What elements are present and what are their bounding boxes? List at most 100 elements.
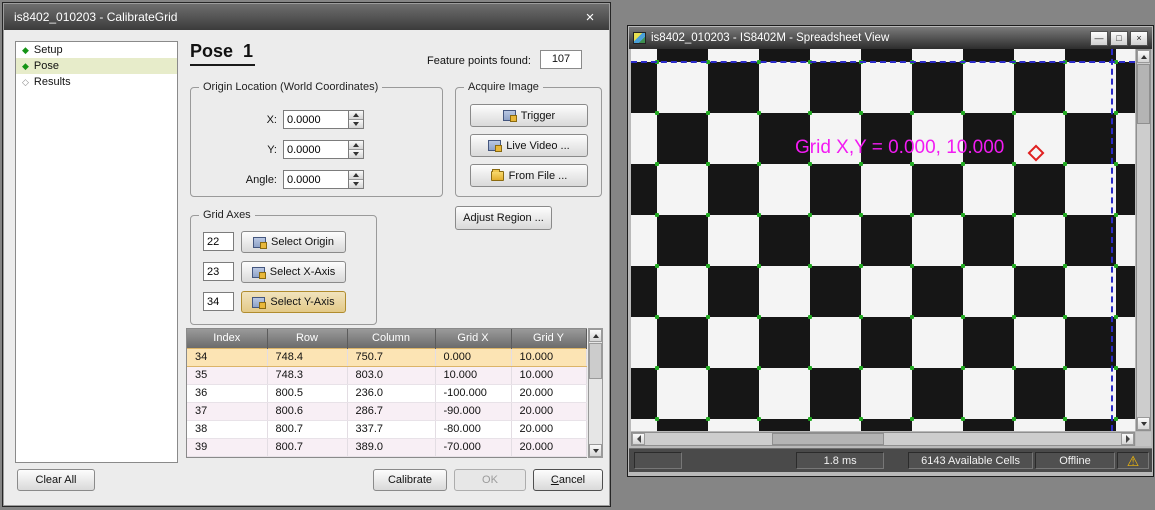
scroll-down-button[interactable] <box>1137 417 1150 430</box>
select-y-axis-button[interactable]: Select Y-Axis <box>241 291 346 313</box>
status-empty-segment <box>634 452 682 469</box>
arrow-left-icon <box>637 435 641 443</box>
table-scrollbar[interactable] <box>588 328 603 458</box>
close-icon[interactable]: × <box>581 9 599 26</box>
scrollbar-corner <box>1136 432 1151 446</box>
trigger-button[interactable]: Trigger <box>470 104 588 127</box>
arrow-right-icon <box>1126 435 1130 443</box>
warning-segment[interactable]: ⚠ <box>1117 452 1149 469</box>
grid-axes-group: Grid Axes Select Origin Select X-Axis Se… <box>190 215 377 325</box>
calibrate-button[interactable]: Calibrate <box>373 469 447 491</box>
select-origin-button[interactable]: Select Origin <box>241 231 346 253</box>
grid-y-axis-dashed-line <box>1111 49 1113 431</box>
table-header-row: Index Row Column Grid X Grid Y <box>187 329 586 348</box>
spin-down-button[interactable] <box>349 150 363 159</box>
y-input[interactable] <box>283 140 349 159</box>
table-row[interactable]: 37 800.6 286.7 -90.000 20.000 <box>187 402 586 420</box>
window-title: is8402_010203 - CalibrateGrid <box>14 10 177 24</box>
acquire-image-group: Acquire Image Trigger Live Video ... Fro… <box>455 87 602 197</box>
vertical-scrollbar[interactable] <box>1136 49 1151 431</box>
table-row[interactable]: 34 748.4 750.7 0.000 10.000 <box>187 348 586 366</box>
sidebar-item-setup[interactable]: ◆ Setup <box>16 42 177 58</box>
from-file-folder-icon <box>491 171 504 181</box>
spin-up-button[interactable] <box>349 111 363 120</box>
scroll-left-button[interactable] <box>632 433 645 445</box>
scroll-up-button[interactable] <box>1137 50 1150 63</box>
scrollbar-thumb[interactable] <box>589 343 602 379</box>
x-label: X: <box>211 114 277 126</box>
window-title: is8402_010203 - IS8402M - Spreadsheet Vi… <box>651 32 889 44</box>
spin-up-button[interactable] <box>349 141 363 150</box>
spin-down-button[interactable] <box>349 180 363 189</box>
sidebar-item-pose[interactable]: ◆ Pose <box>16 58 177 74</box>
group-title: Origin Location (World Coordinates) <box>199 81 382 93</box>
app-icon <box>633 32 646 44</box>
grid-x-axis-dashed-line <box>631 61 1135 63</box>
arrow-up-icon <box>593 334 599 338</box>
arrow-up-icon <box>353 173 359 177</box>
arrow-up-icon <box>353 143 359 147</box>
column-header[interactable]: Column <box>347 329 435 348</box>
spreadsheet-titlebar[interactable]: is8402_010203 - IS8402M - Spreadsheet Vi… <box>629 27 1152 49</box>
spin-up-button[interactable] <box>349 171 363 180</box>
angle-label: Angle: <box>211 174 277 186</box>
close-icon[interactable]: × <box>1130 31 1148 46</box>
maximize-icon[interactable]: □ <box>1110 31 1128 46</box>
acquisition-time-status: 1.8 ms <box>796 452 884 469</box>
calibrate-grid-titlebar[interactable]: is8402_010203 - CalibrateGrid × <box>4 4 609 30</box>
trigger-icon <box>503 110 516 121</box>
from-file-button[interactable]: From File ... <box>470 164 588 187</box>
calibration-image-viewport[interactable]: Grid X,Y = 0.000, 10.000 <box>631 49 1135 431</box>
minimize-icon[interactable]: — <box>1090 31 1108 46</box>
x-spinner <box>349 110 364 129</box>
x-axis-cell-input[interactable] <box>203 262 234 281</box>
table-row[interactable]: 38 800.7 337.7 -80.000 20.000 <box>187 420 586 438</box>
column-header[interactable]: Index <box>187 329 267 348</box>
desktop: is8402_010203 - CalibrateGrid × ◆ Setup … <box>0 0 1155 510</box>
scroll-up-button[interactable] <box>589 329 602 342</box>
scroll-down-button[interactable] <box>589 444 602 457</box>
x-input[interactable] <box>283 110 349 129</box>
scroll-right-button[interactable] <box>1121 433 1134 445</box>
column-header[interactable]: Row <box>267 329 347 348</box>
scrollbar-thumb[interactable] <box>772 433 884 445</box>
grid-xy-overlay-label: Grid X,Y = 0.000, 10.000 <box>795 137 1004 159</box>
diamond-bullet-icon: ◆ <box>22 62 29 71</box>
table-row[interactable]: 36 800.5 236.0 -100.000 20.000 <box>187 384 586 402</box>
column-header[interactable]: Grid X <box>435 329 511 348</box>
ok-button[interactable]: OK <box>454 469 526 491</box>
table-row[interactable]: 35 748.3 803.0 10.000 10.000 <box>187 366 586 384</box>
diamond-bullet-icon: ◆ <box>22 46 29 55</box>
horizontal-scrollbar[interactable] <box>631 432 1135 446</box>
diamond-bullet-icon: ◇ <box>22 78 29 87</box>
origin-location-group: Origin Location (World Coordinates) X: Y… <box>190 87 443 197</box>
sidebar-item-results[interactable]: ◇ Results <box>16 74 177 90</box>
adjust-region-button[interactable]: Adjust Region ... <box>455 206 552 230</box>
y-axis-cell-input[interactable] <box>203 292 234 311</box>
select-tool-icon <box>252 297 265 308</box>
sidebar-item-label: Results <box>34 76 71 88</box>
column-header[interactable]: Grid Y <box>511 329 586 348</box>
table-row[interactable]: 39 800.7 389.0 -70.000 20.000 <box>187 438 586 456</box>
feature-points-label: Feature points found: <box>427 55 531 67</box>
arrow-up-icon <box>1141 55 1147 59</box>
live-video-button[interactable]: Live Video ... <box>470 134 588 157</box>
live-video-icon <box>488 140 501 151</box>
y-spinner <box>349 140 364 159</box>
select-tool-icon <box>252 267 265 278</box>
cancel-button[interactable]: Cancel <box>533 469 603 491</box>
spreadsheet-view-window: is8402_010203 - IS8402M - Spreadsheet Vi… <box>627 25 1154 477</box>
arrow-down-icon <box>1141 422 1147 426</box>
group-title: Grid Axes <box>199 209 255 221</box>
scrollbar-thumb[interactable] <box>1137 64 1150 124</box>
clear-all-button[interactable]: Clear All <box>17 469 95 491</box>
angle-input[interactable] <box>283 170 349 189</box>
origin-cell-input[interactable] <box>203 232 234 251</box>
select-tool-icon <box>253 237 266 248</box>
y-label: Y: <box>211 144 277 156</box>
sidebar-item-label: Setup <box>34 44 63 56</box>
feature-point-table: Index Row Column Grid X Grid Y 34 748.4 … <box>186 328 587 458</box>
spin-down-button[interactable] <box>349 120 363 129</box>
caption-buttons: — □ × <box>1088 31 1148 46</box>
select-x-axis-button[interactable]: Select X-Axis <box>241 261 346 283</box>
